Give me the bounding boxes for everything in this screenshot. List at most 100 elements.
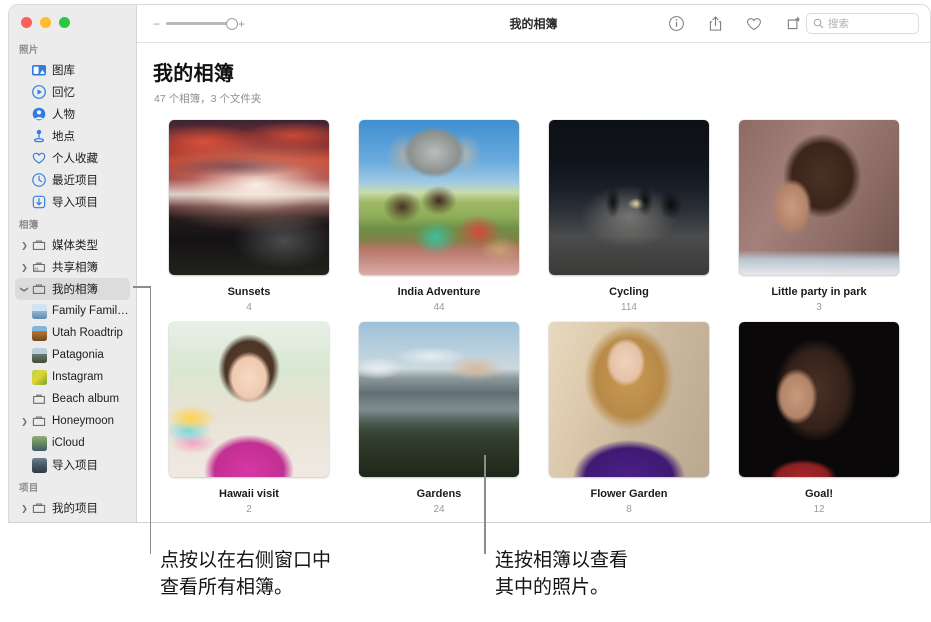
close-button[interactable]: [21, 17, 32, 28]
album-callout-leader: [484, 455, 486, 554]
zoom-in-icon[interactable]: +: [238, 18, 245, 30]
album-cell[interactable]: Sunsets 4: [159, 120, 339, 313]
album-thumbnail[interactable]: [739, 322, 899, 477]
zoom-out-icon[interactable]: −: [153, 18, 160, 30]
info-icon[interactable]: [667, 15, 685, 33]
album-thumbnail[interactable]: [359, 322, 519, 477]
album-thumbnail[interactable]: [739, 120, 899, 275]
album-photo-count: 2: [246, 504, 252, 515]
sidebar-item-label: 最近项目: [52, 175, 98, 187]
zoom-button[interactable]: [59, 17, 70, 28]
rotate-icon[interactable]: [784, 15, 802, 33]
window-controls[interactable]: [21, 17, 70, 28]
sidebar-scroll-area[interactable]: 照片 图库 回忆 人物 地点 个人收藏 最近项目 导入项目 相簿 ❯ 媒体类型 ❯ 共享相簿 ❯ 我的相簿 F…: [9, 38, 136, 522]
album-cell[interactable]: Gardens 24: [349, 313, 529, 515]
album-name: Cycling: [609, 286, 649, 298]
places-icon: [31, 128, 47, 144]
album-cell[interactable]: Little party in park 3: [729, 120, 909, 313]
favorite-heart-icon[interactable]: [745, 15, 763, 33]
sidebar-section-title: 照片: [19, 45, 39, 56]
sidebar-item-[interactable]: ❯ 我的项目: [15, 497, 130, 519]
album-thumb-icloud: [31, 435, 47, 451]
sidebar-item-instagram[interactable]: Instagram: [15, 366, 130, 388]
sidebar-item-[interactable]: ❯ 媒体类型: [15, 234, 130, 256]
album-thumbnail[interactable]: [549, 322, 709, 477]
album-cell[interactable]: Goal! 12: [729, 313, 909, 515]
album-photo-count: 3: [816, 302, 822, 313]
sidebar-item-[interactable]: 回忆: [15, 81, 130, 103]
sidebar-item-patagonia[interactable]: Patagonia: [15, 344, 130, 366]
album-thumb-sail: [31, 303, 47, 319]
page-subtitle: 47 个相簿，3 个文件夹: [154, 93, 262, 105]
album-grid: Sunsets 4 India Adventure 44 Cycling 114 Littl…: [159, 120, 930, 515]
sidebar-item-label: 我的项目: [52, 503, 98, 515]
album-name: Sunsets: [227, 286, 271, 298]
album-name: Little party in park: [771, 286, 867, 298]
recents-icon: [31, 172, 47, 188]
search-icon: [813, 18, 824, 29]
sidebar-item-[interactable]: 最近项目: [15, 169, 130, 191]
album-icon: [31, 391, 47, 407]
sidebar-callout-text: 点按以在右侧窗口中 查看所有相簿。: [160, 548, 490, 602]
album-thumb-utah: [31, 325, 47, 341]
sidebar-item-utah-roadtrip[interactable]: Utah Roadtrip: [15, 322, 130, 344]
chevron-down-icon[interactable]: ❯: [20, 284, 29, 295]
album-photo-count: 4: [246, 302, 252, 313]
folder-icon: [31, 237, 47, 253]
sidebar-item-[interactable]: 个人收藏: [15, 147, 130, 169]
sidebar: 照片 图库 回忆 人物 地点 个人收藏 最近项目 导入项目 相簿 ❯ 媒体类型 ❯ 共享相簿 ❯ 我的相簿 F…: [9, 5, 137, 522]
zoom-slider[interactable]: − +: [153, 17, 245, 30]
sidebar-item-label: Beach album: [52, 393, 120, 405]
album-thumb-patagonia: [31, 347, 47, 363]
sidebar-item-label: 个人收藏: [52, 153, 98, 165]
sidebar-item-[interactable]: 导入项目: [15, 454, 130, 476]
page-title: 我的相簿: [153, 63, 235, 85]
album-thumb-utah: [31, 325, 47, 341]
sidebar-item-family-family[interactable]: Family Family…: [15, 300, 130, 322]
sidebar-item-beach-album[interactable]: Beach album: [15, 388, 130, 410]
sidebar-item-[interactable]: ❯ 我的相簿: [15, 278, 130, 300]
album-cell[interactable]: Cycling 114: [539, 120, 719, 313]
heart-icon: [31, 150, 47, 166]
sidebar-item-label: 媒体类型: [52, 240, 98, 252]
album-thumb-import: [31, 457, 47, 473]
sidebar-item-[interactable]: 人物: [15, 103, 130, 125]
share-icon[interactable]: [706, 15, 724, 33]
sidebar-callout-leader-h: [133, 286, 151, 288]
sidebar-item-label: 人物: [52, 109, 75, 121]
album-cell[interactable]: Flower Garden 8: [539, 313, 719, 515]
content-area: 我的相簿 47 个相簿，3 个文件夹 Sunsets 4 India Adventu…: [137, 43, 930, 522]
album-name: India Adventure: [397, 286, 481, 298]
album-callout-line2: 其中的照片。: [495, 576, 610, 598]
album-cell[interactable]: India Adventure 44: [349, 120, 529, 313]
search-placeholder: 搜索: [828, 18, 849, 30]
sidebar-item-honeymoon[interactable]: ❯ Honeymoon: [15, 410, 130, 432]
sidebar-item-[interactable]: 图库: [15, 59, 130, 81]
chevron-right-icon[interactable]: ❯: [19, 417, 30, 426]
sidebar-callout-leader-v: [149, 286, 151, 554]
album-photo-count: 12: [813, 504, 825, 515]
album-cell[interactable]: Hawaii visit 2: [159, 313, 339, 515]
search-input[interactable]: 搜索: [806, 13, 919, 34]
sidebar-item-icloud[interactable]: iCloud: [15, 432, 130, 454]
album-thumbnail[interactable]: [549, 120, 709, 275]
sidebar-item-label: 导入项目: [52, 197, 98, 209]
album-thumbnail[interactable]: [359, 120, 519, 275]
album-thumbnail[interactable]: [169, 120, 329, 275]
sidebar-item-label: iCloud: [52, 437, 85, 449]
sidebar-item-[interactable]: 导入项目: [15, 191, 130, 213]
zoom-slider-track[interactable]: [166, 17, 239, 30]
sidebar-item-label: 共享相簿: [52, 262, 98, 274]
folder-icon: [31, 413, 47, 429]
album-thumb-instagram: [31, 369, 47, 385]
album-thumb-import: [31, 457, 47, 473]
sidebar-item-[interactable]: 地点: [15, 125, 130, 147]
chevron-right-icon[interactable]: ❯: [19, 241, 30, 250]
zoom-slider-knob[interactable]: [226, 17, 239, 30]
chevron-right-icon[interactable]: ❯: [19, 504, 30, 513]
chevron-right-icon[interactable]: ❯: [19, 263, 30, 272]
sidebar-item-[interactable]: ❯ 共享相簿: [15, 256, 130, 278]
album-thumbnail[interactable]: [169, 322, 329, 477]
minimize-button[interactable]: [40, 17, 51, 28]
imports-icon: [31, 194, 47, 210]
